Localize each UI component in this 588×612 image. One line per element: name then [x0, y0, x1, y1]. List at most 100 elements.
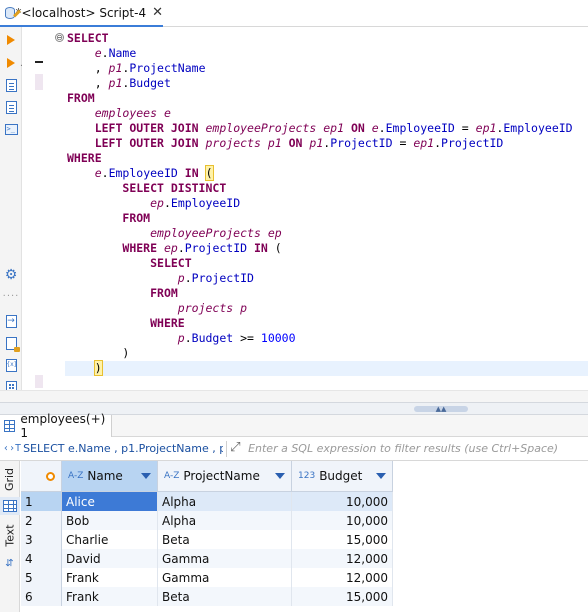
- code-line[interactable]: WHERE ep.ProjectID IN (: [67, 241, 588, 256]
- cell-projectname[interactable]: Gamma: [158, 568, 292, 587]
- code-line[interactable]: p.Budget >= 10000: [67, 331, 588, 346]
- settings-button[interactable]: ⚙: [3, 267, 19, 283]
- code-line[interactable]: SELECT DISTINCT: [67, 181, 588, 196]
- table-row[interactable]: 3 Charlie Beta 15,000: [21, 530, 393, 549]
- row-number[interactable]: 5: [21, 568, 62, 587]
- column-header-name[interactable]: A-Z Name: [62, 461, 158, 492]
- explain-plan-button[interactable]: [3, 77, 19, 93]
- execute-statement-button[interactable]: [3, 32, 19, 48]
- sql-editor[interactable]: SELECT e.Name , p1.ProjectName , p1.Budg…: [65, 31, 588, 376]
- table-row[interactable]: 2 Bob Alpha 10,000: [21, 511, 393, 530]
- chevron-down-icon[interactable]: [275, 473, 285, 479]
- fold-collapse-icon[interactable]: ⊖: [55, 33, 64, 42]
- code-line[interactable]: LEFT OUTER JOIN projects p1 ON p1.Projec…: [67, 136, 588, 151]
- table-row[interactable]: 4 David Gamma 12,000: [21, 549, 393, 568]
- tab-results-employees[interactable]: employees(+) 1: [0, 412, 112, 440]
- row-number[interactable]: 2: [21, 511, 62, 530]
- code-token: projects: [205, 136, 261, 150]
- code-token: e: [163, 106, 171, 120]
- code-line[interactable]: FROM: [67, 91, 588, 106]
- cell-name[interactable]: David: [62, 549, 158, 568]
- chevron-down-icon[interactable]: [141, 473, 151, 479]
- execute-statement-icon: [7, 35, 15, 45]
- code-line[interactable]: employeeProjects ep: [67, 226, 588, 241]
- code-line[interactable]: projects p: [67, 301, 588, 316]
- cell-name[interactable]: Bob: [62, 511, 158, 530]
- close-icon[interactable]: ✕: [152, 6, 163, 19]
- export-button[interactable]: →: [3, 313, 19, 329]
- grid-corner[interactable]: [21, 461, 62, 492]
- code-line[interactable]: SELECT: [67, 256, 588, 271]
- row-number[interactable]: 3: [21, 530, 62, 549]
- text-type-icon: A-Z: [68, 471, 84, 481]
- column-header-projectname[interactable]: A-Z ProjectName: [158, 461, 292, 492]
- query-text-preview[interactable]: SELECT e.Name , p1.ProjectName , p: [23, 442, 223, 455]
- tab-text-view[interactable]: Text: [0, 519, 20, 551]
- tab-grid-view[interactable]: [0, 497, 20, 515]
- editor-horizontal-scrollbar[interactable]: [0, 390, 588, 402]
- code-line[interactable]: FROM: [67, 286, 588, 301]
- code-line[interactable]: WHERE: [67, 151, 588, 166]
- table-row[interactable]: 6 Frank Beta 15,000: [21, 587, 393, 606]
- output-console-button[interactable]: >_: [3, 121, 19, 137]
- code-token: FROM: [122, 211, 151, 225]
- code-line[interactable]: SELECT: [67, 31, 588, 46]
- cell-name[interactable]: Alice: [62, 492, 158, 511]
- tab-grid-label[interactable]: Grid: [0, 463, 20, 495]
- lock-button[interactable]: [3, 335, 20, 352]
- code-token: employeeProjects: [205, 121, 317, 135]
- table-row[interactable]: 5 Frank Gamma 12,000: [21, 568, 393, 587]
- code-line[interactable]: p.ProjectID: [67, 271, 588, 286]
- code-token: .: [101, 46, 109, 60]
- code-line[interactable]: ): [65, 360, 588, 376]
- cell-name[interactable]: Charlie: [62, 530, 158, 549]
- splitter-grip[interactable]: ▲▲: [414, 406, 468, 413]
- expand-icon[interactable]: [230, 440, 244, 456]
- column-header-budget[interactable]: 123 Budget: [292, 461, 393, 492]
- cell-projectname[interactable]: Alpha: [158, 492, 292, 511]
- parameters-button[interactable]: {x}: [3, 357, 19, 373]
- tab-title: *<localhost> Script-4: [15, 5, 147, 20]
- row-number[interactable]: 4: [21, 549, 62, 568]
- cell-projectname[interactable]: Beta: [158, 587, 292, 606]
- code-token: ProjectName: [129, 61, 206, 75]
- code-line[interactable]: employees e: [67, 106, 588, 121]
- change-marker: [35, 375, 43, 388]
- cell-projectname[interactable]: Alpha: [158, 511, 292, 530]
- cell-budget[interactable]: 12,000: [292, 549, 393, 568]
- code-line[interactable]: e.Name: [67, 46, 588, 61]
- cell-name[interactable]: Frank: [62, 568, 158, 587]
- tab-script-4[interactable]: *<localhost> Script-4 ✕: [0, 0, 163, 27]
- cell-projectname[interactable]: Gamma: [158, 549, 292, 568]
- cell-budget[interactable]: 10,000: [292, 511, 393, 530]
- row-number[interactable]: 1: [21, 492, 62, 511]
- load-script-button[interactable]: [3, 99, 19, 115]
- row-number[interactable]: 6: [21, 587, 62, 606]
- code-line[interactable]: , p1.ProjectName: [67, 61, 588, 76]
- code-line[interactable]: FROM: [67, 211, 588, 226]
- cell-budget[interactable]: 10,000: [292, 492, 393, 511]
- chevron-down-icon[interactable]: [376, 473, 386, 479]
- code-line[interactable]: ): [67, 346, 588, 361]
- transpose-button[interactable]: ⇆: [0, 553, 20, 571]
- cell-projectname[interactable]: Beta: [158, 530, 292, 549]
- code-line[interactable]: e.EmployeeID IN (: [67, 165, 588, 181]
- cell-name[interactable]: Frank: [62, 587, 158, 606]
- results-tab-title: employees(+) 1: [20, 412, 106, 440]
- code-token: ): [93, 360, 103, 376]
- cell-budget[interactable]: 15,000: [292, 530, 393, 549]
- toolbar-overflow[interactable]: ····: [3, 289, 19, 305]
- code-line[interactable]: LEFT OUTER JOIN employeeProjects ep1 ON …: [67, 121, 588, 136]
- cell-budget[interactable]: 12,000: [292, 568, 393, 587]
- execute-new-tab-button[interactable]: [3, 55, 28, 71]
- code-line[interactable]: ep.EmployeeID: [67, 196, 588, 211]
- filter-expression-input[interactable]: [248, 442, 588, 455]
- table-row[interactable]: 1 Alice Alpha 10,000: [21, 492, 393, 511]
- code-line[interactable]: WHERE: [67, 316, 588, 331]
- cell-budget[interactable]: 15,000: [292, 587, 393, 606]
- code-line[interactable]: , p1.Budget: [67, 76, 588, 91]
